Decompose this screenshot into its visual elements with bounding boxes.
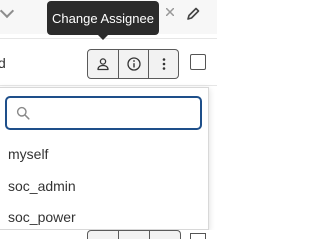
row-action-buttons	[87, 49, 181, 79]
user-icon	[97, 58, 109, 71]
change-assignee-button[interactable]	[87, 49, 119, 79]
more-actions-button[interactable]	[149, 49, 179, 79]
search-icon	[16, 106, 30, 120]
edit-icon[interactable]	[185, 6, 201, 22]
change-assignee-tooltip: Change Assignee	[47, 1, 159, 35]
row-select-checkbox[interactable]	[190, 54, 206, 70]
more-vertical-icon	[162, 58, 165, 70]
info-button[interactable]	[119, 49, 149, 79]
row-text: d	[0, 55, 6, 71]
next-row-checkbox[interactable]	[190, 233, 206, 239]
next-row	[0, 230, 217, 239]
table-row: d	[0, 38, 217, 86]
assignee-search-field[interactable]	[5, 96, 202, 130]
close-icon[interactable]	[166, 8, 174, 16]
assignee-dropdown: myself soc_admin soc_power	[0, 87, 209, 230]
assignee-option-myself[interactable]: myself	[8, 144, 48, 164]
assignee-option-soc-power[interactable]: soc_power	[8, 207, 76, 227]
chevron-down-icon[interactable]	[0, 3, 15, 19]
assignee-option-soc-admin[interactable]: soc_admin	[8, 176, 76, 196]
screen: d Change Assignee myself soc_admin soc_p…	[0, 0, 217, 239]
tooltip-text: Change Assignee	[52, 10, 154, 26]
info-icon	[126, 57, 141, 71]
tooltip-arrow	[97, 34, 109, 40]
assignee-search-input[interactable]	[35, 101, 199, 127]
next-row-action-buttons[interactable]	[87, 230, 181, 239]
